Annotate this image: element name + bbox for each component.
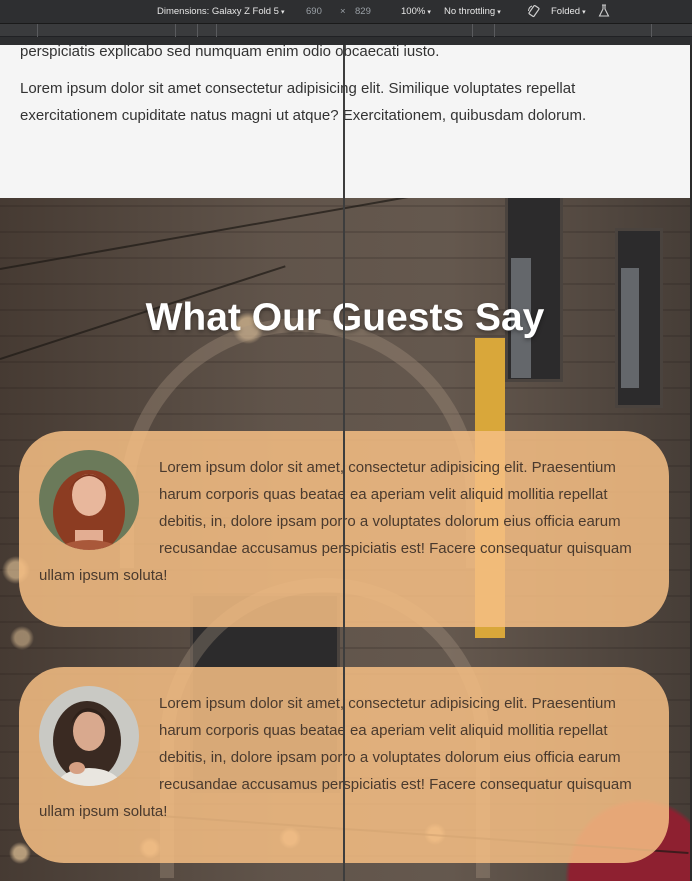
posture-dropdown[interactable]: Folded ▾ [551, 6, 586, 17]
dimension-separator: × [340, 6, 346, 17]
devtools-device-toolbar: Dimensions: Galaxy Z Fold 5 ▾ 690 × 829 1… [0, 0, 692, 24]
chevron-down-icon: ▾ [427, 9, 431, 16]
fold-hinge-line [343, 45, 345, 881]
throttling-dropdown[interactable]: No throttling ▾ [444, 6, 501, 17]
throttling-label: No throttling [444, 6, 496, 17]
chevron-down-icon: ▾ [280, 9, 285, 16]
emulated-viewport: perspiciatis explicabo sed numquam enim … [0, 45, 690, 881]
woman-dark-hair-avatar-icon [39, 686, 139, 786]
rotate-icon[interactable] [527, 4, 541, 18]
device-dimensions-label: Dimensions: Galaxy Z Fold 5 [157, 6, 279, 17]
testimonials-title: What Our Guests Say [145, 296, 545, 339]
posture-label: Folded [551, 6, 581, 17]
viewport-height-input[interactable]: 829 [355, 6, 371, 17]
chevron-down-icon: ▾ [582, 9, 586, 16]
zoom-label: 100% [401, 6, 426, 17]
device-dimensions-dropdown[interactable]: Dimensions: Galaxy Z Fold 5 ▾ [157, 6, 284, 17]
string-lights [0, 198, 414, 270]
viewport-width-input[interactable]: 690 [306, 6, 322, 17]
ruler-segment[interactable] [175, 24, 176, 37]
ruler-segment[interactable] [37, 24, 38, 37]
zoom-dropdown[interactable]: 100% ▾ [401, 6, 431, 17]
about-text-section: perspiciatis explicabo sed numquam enim … [0, 45, 690, 198]
flask-icon[interactable] [598, 4, 610, 18]
paragraph: perspiciatis explicabo sed numquam enim … [20, 45, 440, 60]
testimonials-section: What Our Guests Say Lorem ipsum dolor si… [0, 198, 690, 881]
ruler-segment[interactable] [197, 24, 198, 37]
media-query-ruler [0, 24, 692, 37]
ruler-segment[interactable] [472, 24, 473, 37]
viewport-top-edge [0, 37, 692, 45]
chevron-down-icon: ▾ [497, 9, 501, 16]
ruler-segment[interactable] [651, 24, 652, 37]
ruler-segment[interactable] [494, 24, 495, 37]
ruler-segment[interactable] [216, 24, 217, 37]
woman-red-hair-avatar-icon [39, 450, 139, 550]
paragraph: Lorem ipsum dolor sit amet consectetur a… [20, 80, 587, 124]
